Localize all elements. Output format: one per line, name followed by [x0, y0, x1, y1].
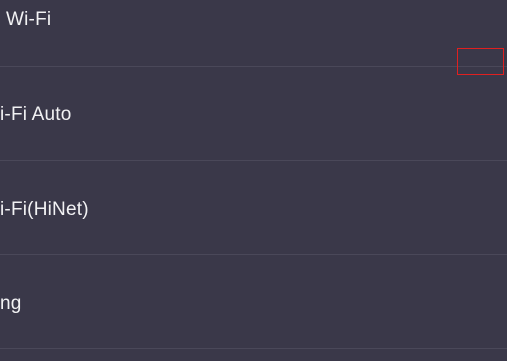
row-divider: [0, 254, 507, 255]
row-divider: [0, 66, 507, 67]
settings-item-partial[interactable]: ng: [0, 256, 507, 350]
row-divider: [0, 160, 507, 161]
settings-item-wifi-hinet[interactable]: i-Fi(HiNet): [0, 162, 507, 256]
settings-screen: Wi-Fi i-Fi Auto i-Fi(HiNet) ng: [0, 0, 507, 361]
settings-item-label: Wi-Fi: [6, 9, 52, 30]
settings-item-label: i-Fi(HiNet): [0, 199, 89, 220]
settings-item-wifi-auto[interactable]: i-Fi Auto: [0, 68, 507, 162]
settings-item-label: i-Fi Auto: [0, 104, 72, 125]
highlight-box: [457, 48, 504, 75]
row-divider: [0, 348, 507, 349]
settings-item-label: ng: [0, 293, 22, 314]
